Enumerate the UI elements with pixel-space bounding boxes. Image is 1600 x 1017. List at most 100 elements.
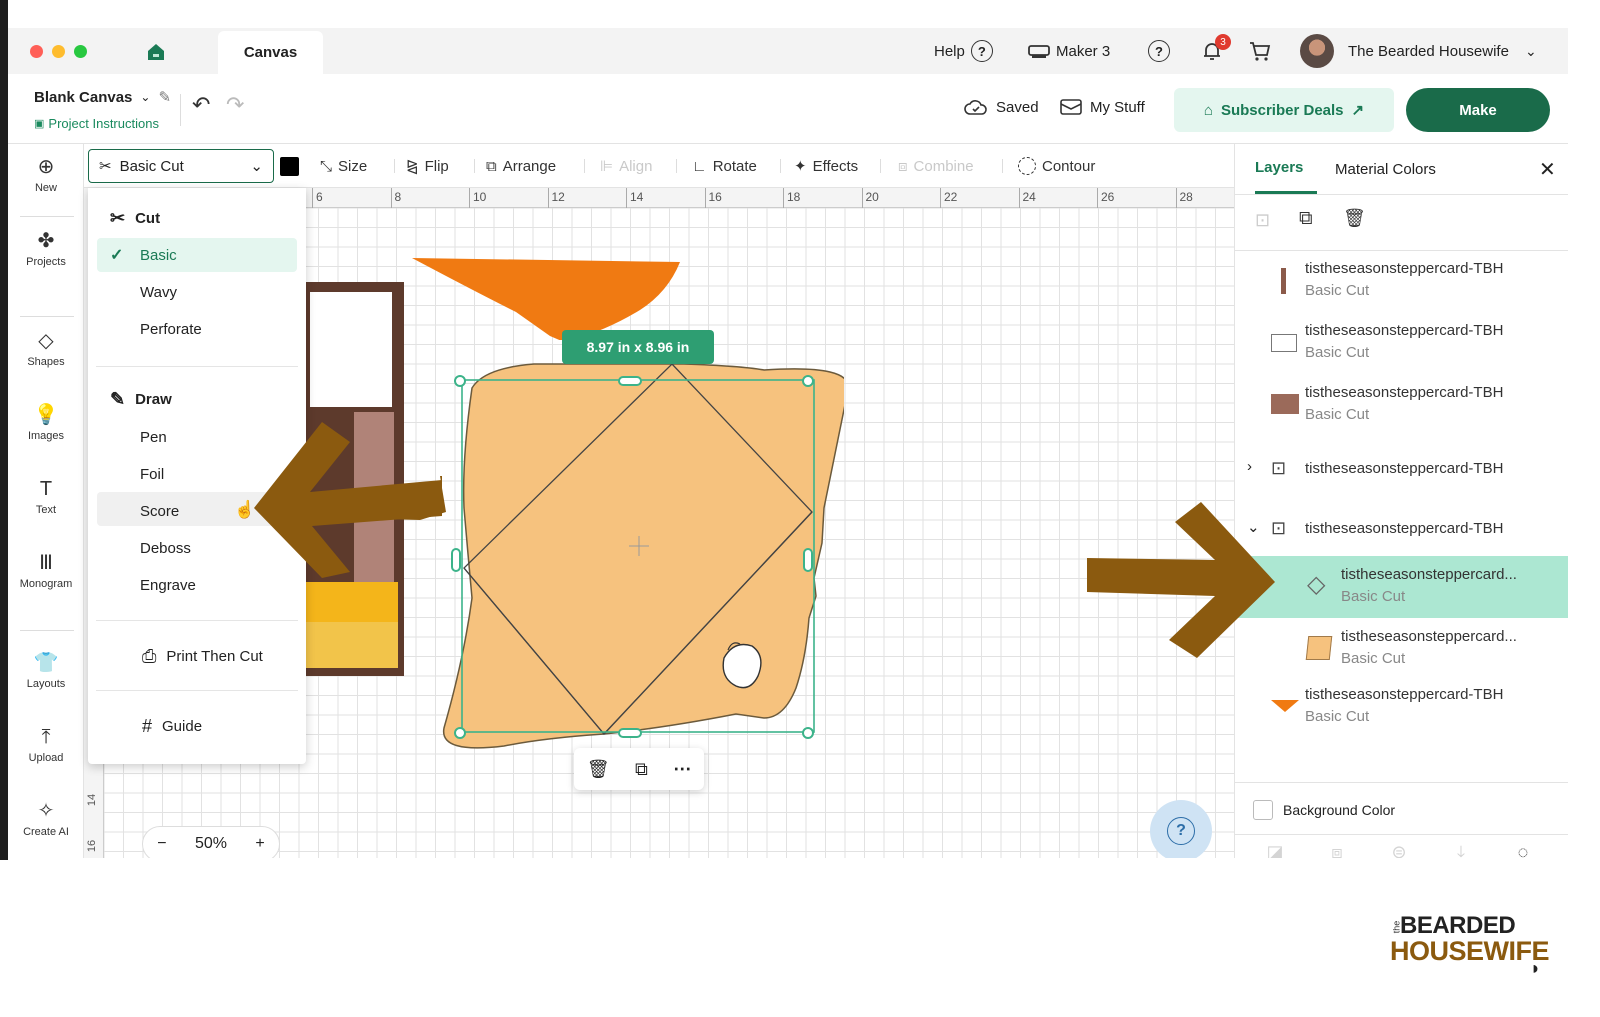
align-icon: ⊫: [600, 158, 614, 175]
ruler-tick: [940, 188, 941, 208]
rail-layouts[interactable]: 👕 Layouts: [8, 652, 84, 690]
close-panel-icon[interactable]: ✕: [1539, 144, 1556, 194]
menu-item-guide[interactable]: # Guide: [142, 716, 202, 737]
my-stuff-button[interactable]: My Stuff: [1060, 98, 1145, 116]
slice-button[interactable]: ◪Slice: [1245, 842, 1305, 858]
color-swatch[interactable]: [280, 157, 299, 176]
project-name[interactable]: Blank Canvas: [34, 89, 132, 106]
home-icon[interactable]: [146, 42, 166, 67]
selection-handle[interactable]: [618, 376, 642, 386]
edit-pencil-icon[interactable]: ✎: [158, 88, 171, 106]
attach-button[interactable]: ⊜Attach: [1369, 842, 1429, 858]
ruler-label: 26: [1101, 190, 1115, 204]
more-icon[interactable]: ⋯: [673, 759, 691, 780]
menu-item-pen[interactable]: Pen: [140, 429, 167, 446]
minimize-window-button[interactable]: [52, 45, 65, 58]
subscriber-deals-button[interactable]: ⌂ Subscriber Deals ↗: [1174, 88, 1394, 132]
machine-selector[interactable]: Maker 3: [1028, 28, 1110, 74]
selection-handle[interactable]: [803, 548, 813, 572]
attach-icon: ⊜: [1391, 842, 1407, 858]
rotate-button[interactable]: ∟ Rotate: [692, 144, 757, 188]
chevron-down-icon[interactable]: ⌄: [140, 90, 150, 104]
rail-label: Monogram: [19, 578, 73, 590]
tab-material-colors[interactable]: Material Colors: [1335, 144, 1436, 194]
layer-row[interactable]: tistheseasonsteppercard... Basic Cut: [1235, 618, 1568, 680]
undo-icon[interactable]: ↶: [192, 92, 210, 118]
flip-button[interactable]: ⧎ Flip: [406, 144, 449, 188]
menu-item-foil[interactable]: Foil: [140, 466, 164, 483]
menu-item-engrave[interactable]: Engrave: [140, 577, 196, 594]
layer-thumbnail: [1271, 394, 1299, 414]
menu-item-perforate[interactable]: Perforate: [140, 321, 202, 338]
checkbox[interactable]: [1253, 800, 1273, 820]
maximize-window-button[interactable]: [74, 45, 87, 58]
rail-new[interactable]: ⊕ New: [8, 156, 84, 194]
contour-button[interactable]: Contour: [1018, 144, 1095, 188]
layer-row[interactable]: ◇ tistheseasonsteppercard... Basic Cut: [1235, 556, 1568, 618]
background-color-toggle[interactable]: Background Color: [1253, 800, 1395, 820]
selection-handle[interactable]: [454, 727, 466, 739]
combine-button[interactable]: ⧈Combine: [898, 144, 974, 188]
layer-row[interactable]: tistheseasonsteppercard-TBH Basic Cut: [1235, 374, 1568, 436]
size-button[interactable]: ⤡ Size: [320, 144, 367, 188]
layer-operation: Basic Cut: [1305, 282, 1370, 299]
layer-operation: Basic Cut: [1341, 650, 1406, 667]
notifications-button[interactable]: 3: [1201, 28, 1231, 74]
duplicate-icon[interactable]: ⧉: [635, 759, 648, 780]
rail-create-ai[interactable]: ✧ Create AI: [8, 800, 84, 838]
arrange-button[interactable]: ⧉ Arrange: [486, 144, 556, 188]
selection-handle[interactable]: [451, 548, 461, 572]
rail-shapes[interactable]: ◇ Shapes: [8, 330, 84, 368]
tab-canvas[interactable]: Canvas: [218, 31, 323, 74]
rail-text[interactable]: T Text: [8, 478, 84, 516]
project-instructions-link[interactable]: ▣ Project Instructions: [34, 116, 159, 131]
align-button[interactable]: ⊫ Align: [600, 144, 652, 188]
help-button[interactable]: Help ?: [934, 28, 993, 74]
flatten-button[interactable]: ⤓Flatten: [1431, 842, 1491, 858]
rail-upload[interactable]: ⤒ Upload: [8, 726, 84, 764]
selection-handle[interactable]: [454, 375, 466, 387]
menu-item-score[interactable]: Score: [140, 503, 179, 520]
rail-monogram[interactable]: Ⅲ Monogram: [8, 552, 84, 590]
envelope-shape[interactable]: [424, 358, 844, 778]
menu-item-wavy[interactable]: Wavy: [140, 284, 177, 301]
close-window-button[interactable]: [30, 45, 43, 58]
layer-name: tistheseasonsteppercard...: [1341, 628, 1517, 645]
account-menu[interactable]: The Bearded Housewife ⌄: [1300, 28, 1537, 74]
menu-item-basic[interactable]: Basic: [140, 247, 177, 264]
group-icon[interactable]: ⊡: [1255, 210, 1270, 231]
contour-button[interactable]: ◌Contour: [1493, 842, 1553, 858]
selection-handle[interactable]: [802, 375, 814, 387]
support-button[interactable]: ?: [1148, 28, 1170, 74]
effects-button[interactable]: ✦ Effects: [794, 144, 858, 188]
layer-row[interactable]: ⌄ ⊡ tistheseasonsteppercard-TBH: [1235, 500, 1568, 562]
layer-row[interactable]: tistheseasonsteppercard-TBH Basic Cut: [1235, 676, 1568, 738]
selection-handle[interactable]: [802, 727, 814, 739]
make-button[interactable]: Make: [1406, 88, 1550, 132]
my-stuff-label: My Stuff: [1090, 98, 1145, 116]
duplicate-icon[interactable]: ⧉: [1299, 208, 1313, 230]
menu-item-deboss[interactable]: Deboss: [140, 540, 191, 557]
layer-row[interactable]: › ⊡ tistheseasonsteppercard-TBH: [1235, 440, 1568, 502]
layer-operation: Basic Cut: [1305, 708, 1370, 725]
cart-button[interactable]: [1248, 28, 1272, 74]
menu-item-print-then-cut[interactable]: ⎙ Print Then Cut: [142, 646, 263, 667]
rail-projects[interactable]: ✤ Projects: [8, 230, 84, 268]
rail-label: New: [34, 182, 57, 194]
rail-images[interactable]: 💡 Images: [8, 404, 84, 442]
redo-icon[interactable]: ↷: [226, 92, 244, 118]
delete-icon[interactable]: 🗑: [1343, 208, 1366, 229]
combine-button[interactable]: ⧈Combine: [1307, 842, 1367, 858]
orange-triangle-shape[interactable]: [404, 230, 684, 340]
layer-row[interactable]: tistheseasonsteppercard-TBH Basic Cut: [1235, 312, 1568, 374]
operation-select[interactable]: ✂ Basic Cut ⌄: [88, 149, 274, 183]
selection-handle[interactable]: [618, 728, 642, 738]
tab-layers[interactable]: Layers: [1255, 144, 1317, 194]
delete-icon[interactable]: 🗑: [587, 759, 610, 780]
help-chat-button[interactable]: ?: [1150, 800, 1212, 858]
subscriber-deals-label: Subscriber Deals: [1220, 101, 1344, 119]
zoom-out-button[interactable]: −: [157, 835, 166, 853]
chevron-right-icon[interactable]: ›: [1247, 458, 1252, 475]
zoom-in-button[interactable]: +: [255, 835, 264, 853]
layer-row[interactable]: tistheseasonsteppercard-TBH Basic Cut: [1235, 250, 1568, 312]
